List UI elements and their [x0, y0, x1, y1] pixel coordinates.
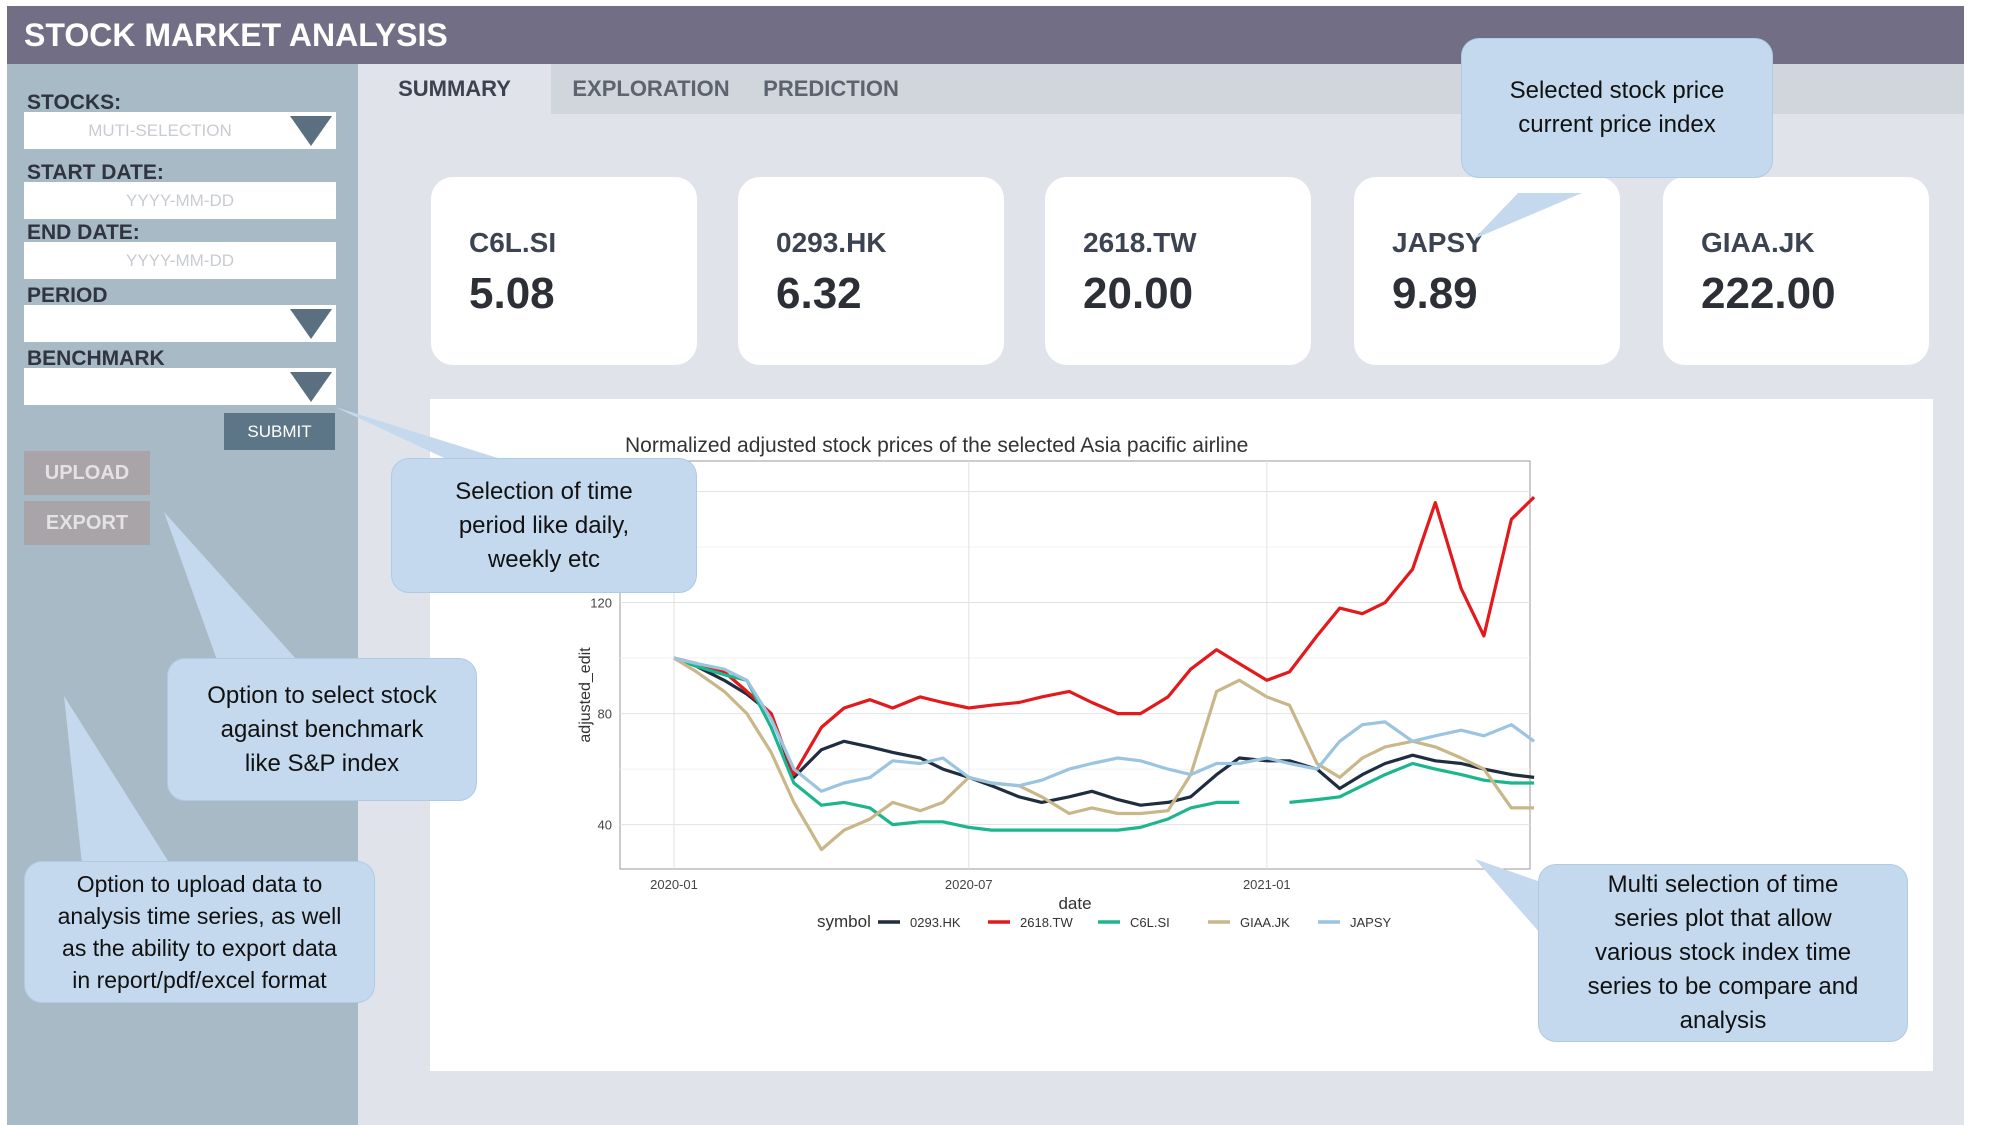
callout-text: series to be compare and	[1587, 973, 1859, 1000]
tail-benchmark	[164, 512, 297, 660]
callout-multi-selection: Multi selection of time series plot that…	[1538, 864, 1908, 1042]
callout-text: like S&P index	[244, 749, 400, 777]
tail-price	[1474, 193, 1582, 239]
callout-text: Multi selection of time	[1607, 871, 1839, 898]
callout-text: against benchmark	[220, 715, 424, 743]
callout-text: series plot that allow	[1614, 905, 1832, 932]
callout-text: analysis time series, as well	[57, 903, 342, 929]
tail-upload	[64, 696, 170, 864]
callout-text: Selected stock price	[1509, 77, 1725, 104]
callout-text: period like daily,	[458, 511, 630, 539]
callout-text: various stock index time	[1594, 939, 1852, 966]
callout-text: Selection of time	[455, 477, 633, 505]
callout-text: as the ability to export data	[62, 935, 337, 961]
callout-text: Option to select stock	[207, 681, 437, 709]
app-frame: STOCK MARKET ANALYSIS STOCKS: MUTI-SELEC…	[7, 6, 1964, 1125]
callout-price-index: Selected stock price current price index	[1461, 38, 1773, 178]
callout-period: Selection of time period like daily, wee…	[391, 458, 697, 593]
callout-text: weekly etc	[487, 545, 601, 573]
callout-text: Option to upload data to	[76, 871, 323, 897]
callout-upload-export: Option to upload data to analysis time s…	[24, 861, 375, 1003]
tail-period	[335, 407, 517, 464]
callout-text: in report/pdf/excel format	[72, 967, 327, 993]
callout-text: current price index	[1518, 111, 1716, 138]
callout-text: analysis	[1679, 1007, 1767, 1034]
callout-benchmark: Option to select stock against benchmark…	[167, 658, 477, 801]
